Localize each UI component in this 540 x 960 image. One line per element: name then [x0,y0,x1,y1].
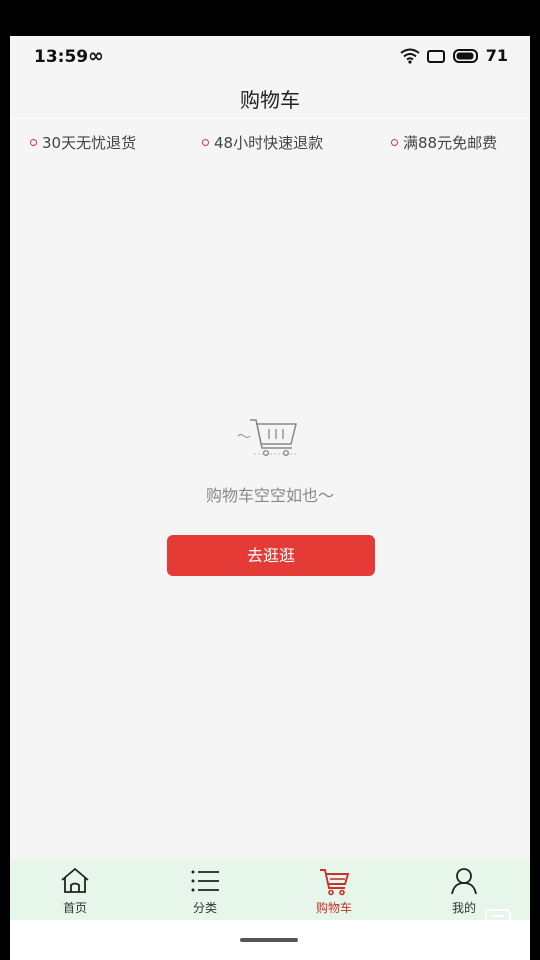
tab-category[interactable]: 分类 [165,858,245,920]
status-bar: 13:59 ∞ 71 [10,36,530,78]
cart-icon [320,869,350,896]
title-divider [10,118,530,119]
title-bar: 购物车 [10,78,530,118]
tab-label: 分类 [192,901,217,915]
infinity-icon: ∞ [88,45,104,67]
screen-rotate-icon [426,49,445,63]
gesture-area [10,920,530,960]
guarantee-label: 48小时快速退款 [214,134,324,152]
wifi-icon [400,48,420,64]
battery-icon [452,48,478,63]
home-icon [61,867,89,893]
bullet-icon [202,139,209,146]
tab-label: 首页 [62,901,87,915]
app-screen: 13:59 ∞ 71 购物车 30天无忧退货 48小时快速退款 满88元免邮费 … [10,36,530,960]
guarantee-label: 满88元免邮费 [403,134,498,152]
empty-cart-icon [237,419,298,457]
battery-level: 71 [485,46,508,65]
bullet-icon [30,139,37,146]
page-title: 购物车 [240,88,300,112]
bullet-icon [391,139,398,146]
guarantee-refund: 48小时快速退款 [202,132,323,153]
list-icon [191,870,219,892]
go-shopping-button[interactable]: 去逛逛 [167,535,375,576]
guarantee-strip: 30天无忧退货 48小时快速退款 满88元免邮费 [10,132,530,160]
user-icon [451,868,477,895]
tab-label: 我的 [451,901,476,915]
guarantee-return: 30天无忧退货 [30,132,136,153]
home-indicator[interactable] [240,938,298,942]
tab-home[interactable]: 首页 [35,858,115,920]
status-time: 13:59 [34,47,89,67]
empty-cart-message: 购物车空空如也～ [205,486,334,505]
guarantee-free-shipping: 满88元免邮费 [391,132,497,153]
guarantee-label: 30天无忧退货 [42,134,137,152]
status-icons: 71 [400,46,508,65]
tab-label: 购物车 [315,901,352,915]
bottom-nav: 首页 分类 购物车 我的 [10,858,530,920]
tab-cart[interactable]: 购物车 [294,858,374,920]
